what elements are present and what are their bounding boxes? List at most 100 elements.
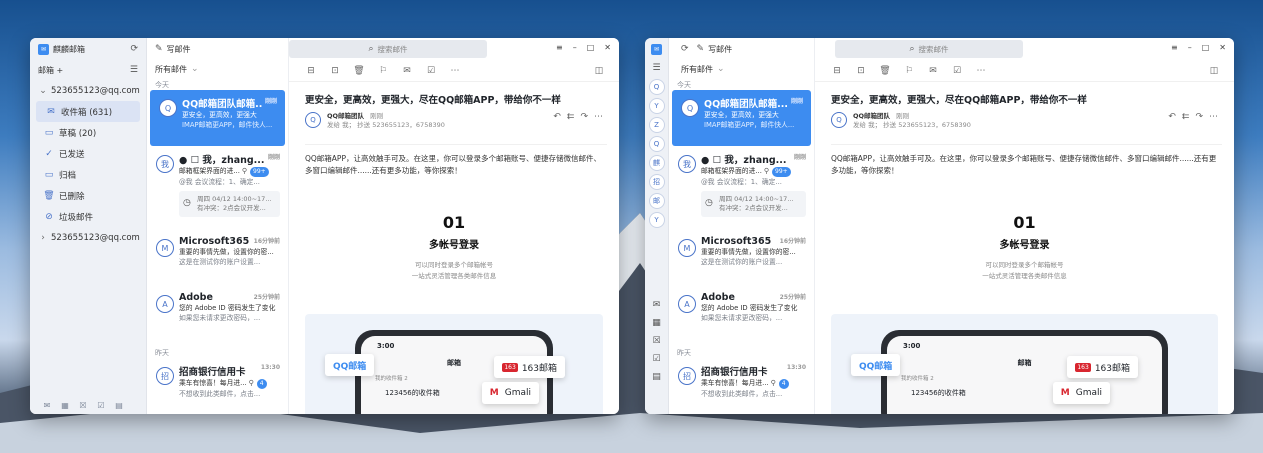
forward-icon[interactable]: ↷ — [1195, 112, 1209, 122]
account-avatar[interactable]: Q — [648, 79, 665, 95]
account-avatar[interactable]: 麒 — [648, 155, 665, 171]
window-controls: ≡ – □ ✕ — [556, 43, 611, 52]
todo-icon[interactable]: ☑ — [419, 66, 443, 76]
account-avatar[interactable]: Z — [648, 117, 665, 133]
split-view-icon[interactable]: ◫ — [1202, 66, 1226, 76]
sender-name: Microsoft365 — [179, 236, 250, 247]
reply-icon[interactable]: ↶ — [553, 112, 567, 122]
todo-icon[interactable]: ☑ — [92, 401, 110, 410]
menu-icon[interactable]: ☰ — [652, 63, 660, 73]
reply-all-icon[interactable]: ⇇ — [1182, 112, 1196, 122]
more-icon[interactable]: ⋯ — [969, 66, 993, 76]
collapse-icon[interactable]: ☰ — [130, 65, 138, 75]
mail-item[interactable]: 招招商银行信用卡 13:30 乘车有惊喜！每月进... ⚲ 4 不想收到此类邮件，点击..… — [669, 358, 814, 414]
folder-label: 已删除 — [59, 191, 85, 202]
folder-item[interactable]: ⊘ 垃圾邮件 — [30, 206, 146, 227]
contacts-icon[interactable]: ☒ — [645, 332, 668, 350]
hero-number: 01 — [1013, 213, 1036, 232]
mail-line1: 邮箱框架界面的进... ⚲ 99+ — [179, 166, 280, 177]
menu-icon[interactable]: ≡ — [1171, 43, 1178, 52]
mail-from: QQ邮箱团队邮箱... 刚刚 — [704, 96, 803, 110]
mail-from: ● ☐ 我，zhang... 刚刚 — [179, 152, 280, 166]
sender-name: Microsoft365 — [701, 236, 772, 247]
calendar-icon[interactable]: ▦ — [56, 401, 74, 410]
minimize-icon[interactable]: – — [573, 43, 577, 52]
close-icon[interactable]: ✕ — [604, 43, 611, 52]
sync-icon[interactable]: ⟳ — [130, 44, 138, 54]
mark-unread-icon[interactable]: ✉ — [921, 66, 945, 76]
draft-icon: ▭ — [44, 127, 54, 138]
minimize-icon[interactable]: – — [1188, 43, 1192, 52]
compose-icon[interactable]: ✎ — [697, 44, 705, 54]
calendar-invite[interactable]: ◷ 周四 04/12 14:00~17... 有冲突：2点会议开发... — [179, 191, 280, 217]
mail-time: 13:30 — [260, 364, 280, 371]
folder-item[interactable]: 🗑 已删除 — [30, 185, 146, 206]
menu-icon[interactable]: ≡ — [556, 43, 563, 52]
contacts-icon[interactable]: ☒ — [74, 401, 92, 410]
phone-time: 3:00 — [903, 342, 921, 350]
mark-unread-icon[interactable]: ✉ — [395, 66, 419, 76]
all-mail-filter[interactable]: 所有邮件 — [155, 64, 187, 75]
maximize-icon[interactable]: □ — [587, 43, 595, 52]
split-view-icon[interactable]: ◫ — [587, 66, 611, 76]
account-avatar[interactable]: Y — [648, 212, 665, 228]
todo-icon[interactable]: ☑ — [945, 66, 969, 76]
account-row[interactable]: ⌄ 523655123@qq.com — [30, 80, 146, 101]
invite-time: 周四 04/12 14:00~17... — [197, 195, 272, 203]
search-box[interactable]: ⌕ 搜索邮件 — [289, 40, 487, 58]
notes-icon[interactable]: ▤ — [110, 401, 128, 410]
folder-item[interactable]: ▭ 草稿 (20) — [30, 122, 146, 143]
compose-icon[interactable]: ✎ — [155, 44, 163, 54]
qq-mail-chip: QQ邮箱 — [325, 354, 375, 376]
calendar-invite[interactable]: ◷ 周四 04/12 14:00~17... 有冲突：2点会议开发... — [701, 191, 806, 217]
account-avatar[interactable]: Q — [648, 136, 665, 152]
archive-icon[interactable]: ⊟ — [825, 66, 849, 76]
folder-item[interactable]: ▭ 归档 — [30, 164, 146, 185]
reply-all-icon[interactable]: ⇇ — [567, 112, 581, 122]
account-avatar[interactable]: Y — [648, 98, 665, 114]
mail-item[interactable]: 我 ● ☐ 我，zhang... 刚刚 邮箱框架界面的进... ⚲ 99+ @我 会议流程：… — [147, 146, 288, 230]
mail-item[interactable]: Q QQ邮箱团队邮箱... 刚刚 更安全，更高效，更强大 IMAP邮箱更APP，邮件快人… — [672, 90, 811, 146]
sender-avatar: A — [156, 295, 174, 313]
mail-time: 刚刚 — [793, 154, 806, 161]
mail-icon[interactable]: ✉ — [645, 296, 668, 314]
folder-item[interactable]: ✉ 收件箱 (631) — [36, 101, 140, 122]
todo-icon[interactable]: ☑ — [645, 350, 668, 368]
compose-button[interactable]: 写邮件 — [708, 44, 732, 55]
mail-item[interactable]: A Adobe 25分钟前 您的 Adobe ID 密码发生了变化 如果您未请求更改密码… — [147, 286, 288, 342]
more-icon[interactable]: ⋯ — [1209, 112, 1224, 122]
gmail-icon: M — [1060, 388, 1070, 398]
move-icon[interactable]: ⊡ — [323, 66, 347, 76]
mail-label[interactable]: 邮箱 + — [38, 65, 63, 76]
archive-icon[interactable]: ⊟ — [299, 66, 323, 76]
search-box[interactable]: ⌕ 搜索邮件 — [835, 40, 1023, 58]
flag-icon[interactable]: ⚐ — [371, 66, 395, 76]
delete-icon[interactable]: 🗑 — [873, 66, 897, 76]
mail-item[interactable]: M Microsoft365 16分钟前 重要的事情先做，设置你的密... 这是在测试你… — [669, 230, 814, 286]
mail-item[interactable]: 我 ● ☐ 我，zhang... 刚刚 邮箱框架界面的进... ⚲ 99+ @我 会议流程：… — [669, 146, 814, 230]
forward-icon[interactable]: ↷ — [580, 112, 594, 122]
compose-button[interactable]: 写邮件 — [167, 44, 191, 55]
close-icon[interactable]: ✕ — [1219, 43, 1226, 52]
delete-icon[interactable]: 🗑 — [347, 66, 371, 76]
sync-icon[interactable]: ⟳ — [681, 44, 689, 54]
reply-icon[interactable]: ↶ — [1168, 112, 1182, 122]
folder-item[interactable]: ✓ 已发送 — [30, 143, 146, 164]
more-icon[interactable]: ⋯ — [594, 112, 609, 122]
mail-item[interactable]: 招招商银行信用卡 13:30 乘车有惊喜！每月进... ⚲ 4 不想收到此类邮件，点击..… — [147, 358, 288, 414]
second-account-row[interactable]: › 523655123@qq.com — [30, 227, 146, 248]
more-icon[interactable]: ⋯ — [443, 66, 467, 76]
account-avatar[interactable]: 招 — [648, 174, 665, 190]
calendar-icon[interactable]: ▦ — [645, 314, 668, 332]
maximize-icon[interactable]: □ — [1202, 43, 1210, 52]
all-mail-filter[interactable]: 所有邮件 — [681, 64, 713, 75]
move-icon[interactable]: ⊡ — [849, 66, 873, 76]
mail-item[interactable]: A Adobe 25分钟前 您的 Adobe ID 密码发生了变化 如果您未请求更改密码… — [669, 286, 814, 342]
mail-icon[interactable]: ✉ — [38, 401, 56, 410]
mail-item[interactable]: M Microsoft365 16分钟前 重要的事情先做，设置你的密... 这是在测试你… — [147, 230, 288, 286]
account-avatar[interactable]: 邮 — [648, 193, 665, 209]
flag-icon[interactable]: ⚐ — [897, 66, 921, 76]
notes-icon[interactable]: ▤ — [645, 368, 668, 386]
mail-item[interactable]: Q QQ邮箱团队邮箱... 刚刚 更安全，更高效，更强大 IMAP邮箱更APP，邮件快人… — [150, 90, 285, 146]
hero-desc: 可以同时登录多个邮箱帐号 一站式灵活管理各类邮件信息 — [289, 260, 619, 282]
